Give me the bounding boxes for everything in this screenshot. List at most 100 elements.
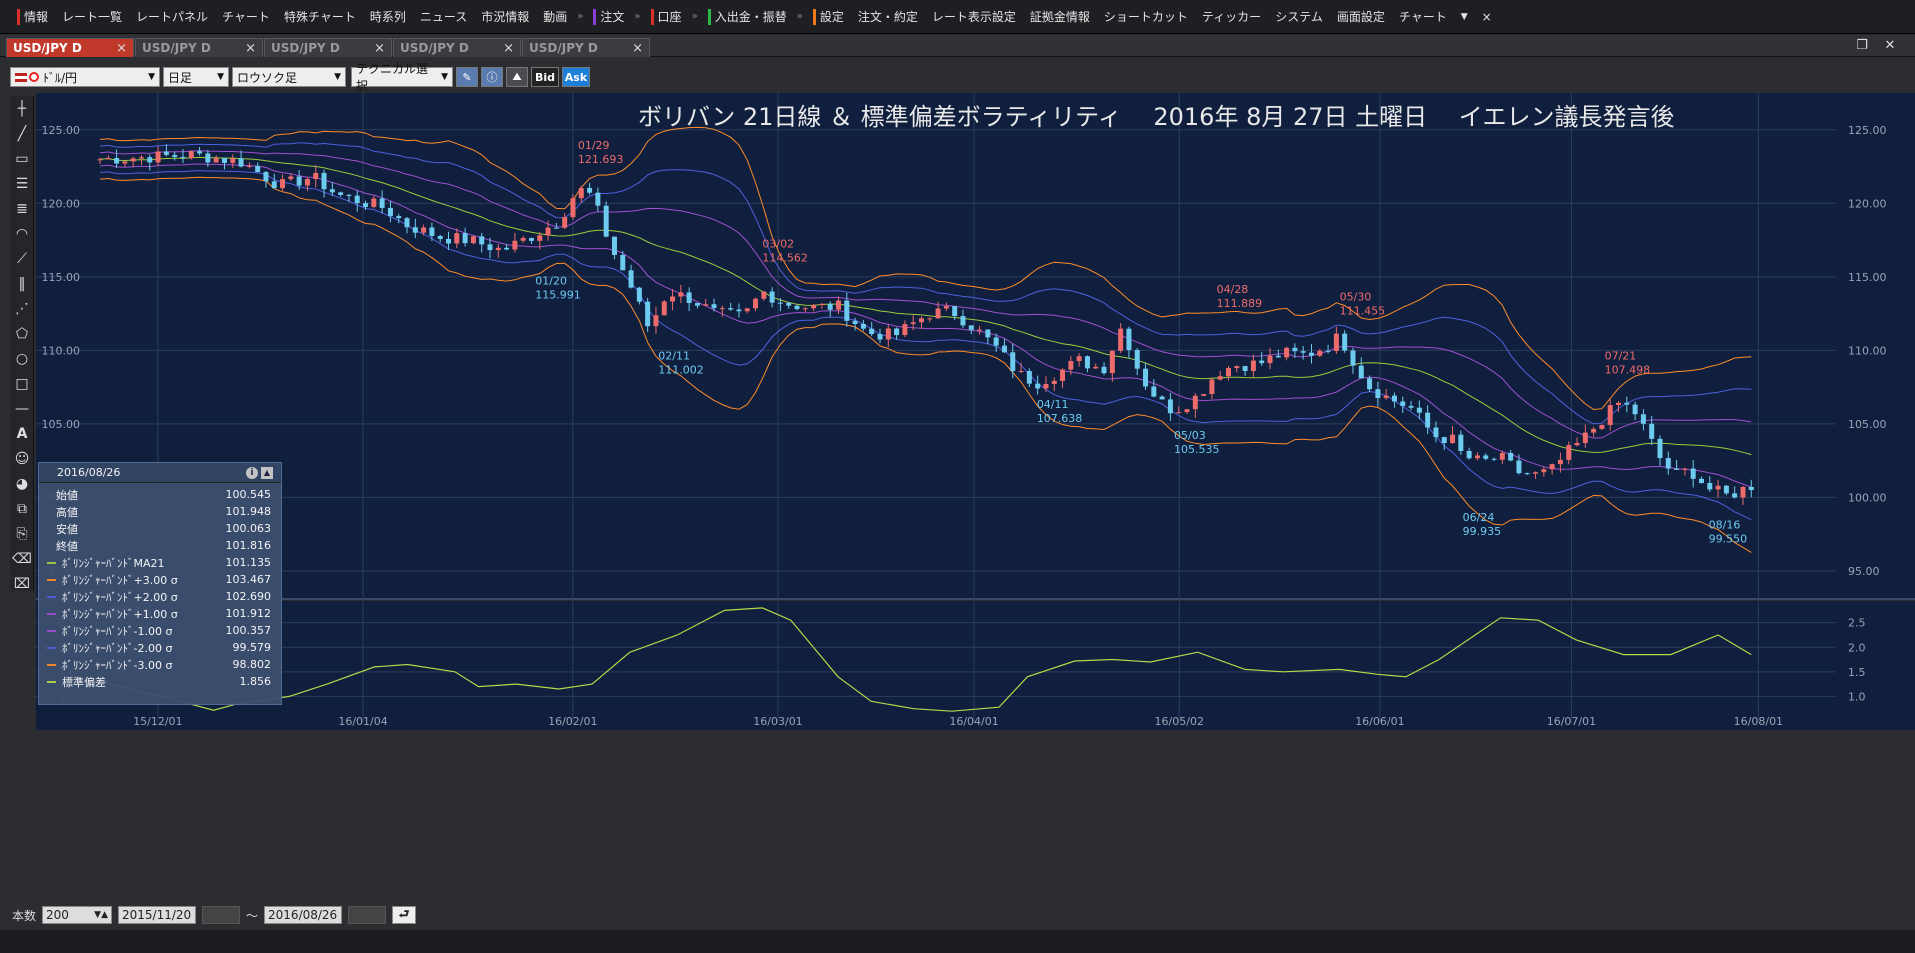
menu-item[interactable]: 設定 (806, 6, 851, 28)
chevron-down-icon: ▼ (441, 72, 448, 82)
tab-close-icon[interactable]: × (245, 41, 256, 56)
paint-icon[interactable]: ◕ (11, 473, 33, 495)
pitchfork-icon[interactable]: ⋰ (11, 298, 33, 320)
restore-icon[interactable]: ❐ (1852, 38, 1872, 54)
apply-range-button[interactable]: ⮐ (392, 906, 417, 924)
horizontal-lines-icon[interactable]: ☰ (11, 173, 33, 195)
timeframe-select[interactable]: 日足 ▼ (163, 67, 229, 87)
candle-body (147, 157, 153, 163)
currency-pair-select[interactable]: ﾄﾞﾙ/円 ▼ (10, 67, 160, 87)
candle-body (1483, 455, 1489, 459)
paste-icon[interactable]: ⎘ (11, 523, 33, 545)
collapse-icon[interactable]: ▲ (261, 466, 273, 479)
ask-button[interactable]: Ask (562, 67, 590, 87)
menu-item[interactable]: 時系列 (363, 6, 413, 28)
menu-item[interactable]: チャート (1392, 6, 1454, 28)
menu-item[interactable]: 動画 (536, 6, 574, 28)
menu-item[interactable]: 注文 (586, 6, 631, 28)
smiley-icon[interactable]: ☺ (11, 448, 33, 470)
chart-type-select[interactable]: ロウソク足 ▼ (232, 67, 346, 87)
menu-item[interactable]: 情報 (10, 6, 55, 28)
menu-item[interactable]: チャート (215, 6, 277, 28)
data-row-label-wrap: 安値 (47, 521, 78, 537)
polygon-icon[interactable]: ⬠ (11, 323, 33, 345)
fib-arc-icon[interactable]: ◠ (11, 223, 33, 245)
menu-item[interactable]: 市況情報 (474, 6, 536, 28)
menu-item[interactable]: ニュース (413, 6, 474, 28)
bid-button[interactable]: Bid (531, 67, 559, 87)
price-tick-label-left: 105.00 (42, 418, 81, 431)
chart-tab[interactable]: USD/JPY D × (264, 38, 392, 57)
close-window-icon[interactable]: ✕ (1880, 38, 1900, 54)
price-chart-svg[interactable]: 15/12/01 16/01/04 16/02/01 16/03/01 16/04/01… (36, 93, 1915, 730)
menu-item[interactable]: レート表示設定 (925, 6, 1023, 28)
hline-icon[interactable]: — (11, 398, 33, 420)
candle-body (1118, 328, 1124, 351)
circle-icon[interactable]: ○ (11, 348, 33, 370)
data-window-controls[interactable]: i ▲ (246, 466, 273, 479)
menu-item[interactable]: 注文・約定 (851, 6, 925, 28)
trendline-icon[interactable]: ╱ (11, 123, 33, 145)
menu-dropdown-icon[interactable]: ▼ (1454, 6, 1475, 28)
fibonacci-icon[interactable]: ≣ (11, 198, 33, 220)
candle-body (595, 192, 601, 206)
tab-close-icon[interactable]: × (116, 41, 127, 56)
crosshair-icon[interactable]: ┼ (11, 98, 33, 120)
start-date-input[interactable]: 2015/11/20 (118, 906, 197, 924)
candle-body (1433, 427, 1439, 438)
chart-tab[interactable]: USD/JPY D × (393, 38, 521, 57)
menu-item[interactable]: 証拠金情報 (1023, 6, 1097, 28)
vertical-lines-icon[interactable]: ‖ (11, 273, 33, 295)
menu-item[interactable]: 画面設定 (1330, 6, 1392, 28)
menu-overflow-icon[interactable]: » (689, 11, 701, 22)
start-time-input[interactable] (202, 906, 241, 924)
candle-body (421, 227, 427, 233)
copy-icon[interactable]: ⧉ (11, 498, 33, 520)
mountain-chart-icon[interactable]: ⛰ (506, 67, 528, 87)
menu-item[interactable]: ティッカー (1195, 6, 1268, 28)
info-icon[interactable]: ⓘ (481, 67, 503, 87)
menu-item[interactable]: ショートカット (1097, 6, 1195, 28)
menu-overflow-icon[interactable]: » (794, 11, 806, 22)
menu-item[interactable]: レート一覧 (55, 6, 129, 28)
data-row-value: 99.579 (232, 641, 272, 654)
info-icon[interactable]: i (246, 466, 258, 479)
pencil-icon[interactable]: ✎ (456, 67, 478, 87)
menu-item[interactable]: システム (1268, 6, 1330, 28)
end-date-input[interactable]: 2016/08/26 (264, 906, 343, 924)
count-value: 200 (46, 908, 69, 922)
technical-select[interactable]: テクニカル選択 ▼ (351, 62, 453, 93)
fan-icon[interactable]: ⟋ (11, 248, 33, 270)
eraser-icon[interactable]: ⌫ (11, 548, 33, 570)
date-tick-label: 16/08/01 (1734, 715, 1783, 728)
rectangle-icon[interactable]: □ (11, 373, 33, 395)
chart-area[interactable]: 15/12/01 16/01/04 16/02/01 16/03/01 16/04/01… (36, 93, 1915, 730)
menu-item-label: 特殊チャート (283, 10, 356, 24)
menu-item[interactable]: 口座 (644, 6, 689, 28)
candle-body (114, 157, 120, 164)
menu-item[interactable]: レートパネル (129, 6, 215, 28)
text-icon[interactable]: A (11, 423, 33, 445)
end-time-input[interactable] (348, 906, 387, 924)
menu-overflow-icon[interactable]: » (631, 11, 643, 22)
tab-close-icon[interactable]: × (374, 41, 385, 56)
candle-body (678, 292, 684, 297)
chart-tab[interactable]: USD/JPY D × (135, 38, 263, 57)
chart-tab[interactable]: USD/JPY D × (522, 38, 650, 57)
ruler-icon[interactable]: ▭ (11, 148, 33, 170)
eraser-all-icon[interactable]: ⌧ (11, 573, 33, 595)
tab-close-icon[interactable]: × (632, 41, 643, 56)
count-input[interactable]: 200 ▼▲ (42, 906, 113, 924)
menu-overflow-icon[interactable]: » (574, 11, 586, 22)
chart-tab[interactable]: USD/JPY D × (6, 38, 134, 57)
candle-body (869, 328, 875, 335)
menu-item[interactable]: 特殊チャート (277, 6, 363, 28)
series-swatch (47, 663, 56, 666)
tab-close-icon[interactable]: × (503, 41, 514, 56)
menu-item-label: 市況情報 (481, 10, 530, 24)
menu-item[interactable]: 入出金・振替 (701, 6, 794, 28)
candle-body (404, 218, 410, 228)
menu-item-label: 動画 (543, 10, 568, 24)
menu-close-icon[interactable]: × (1475, 6, 1499, 28)
stepper-icon[interactable]: ▼▲ (94, 910, 108, 920)
